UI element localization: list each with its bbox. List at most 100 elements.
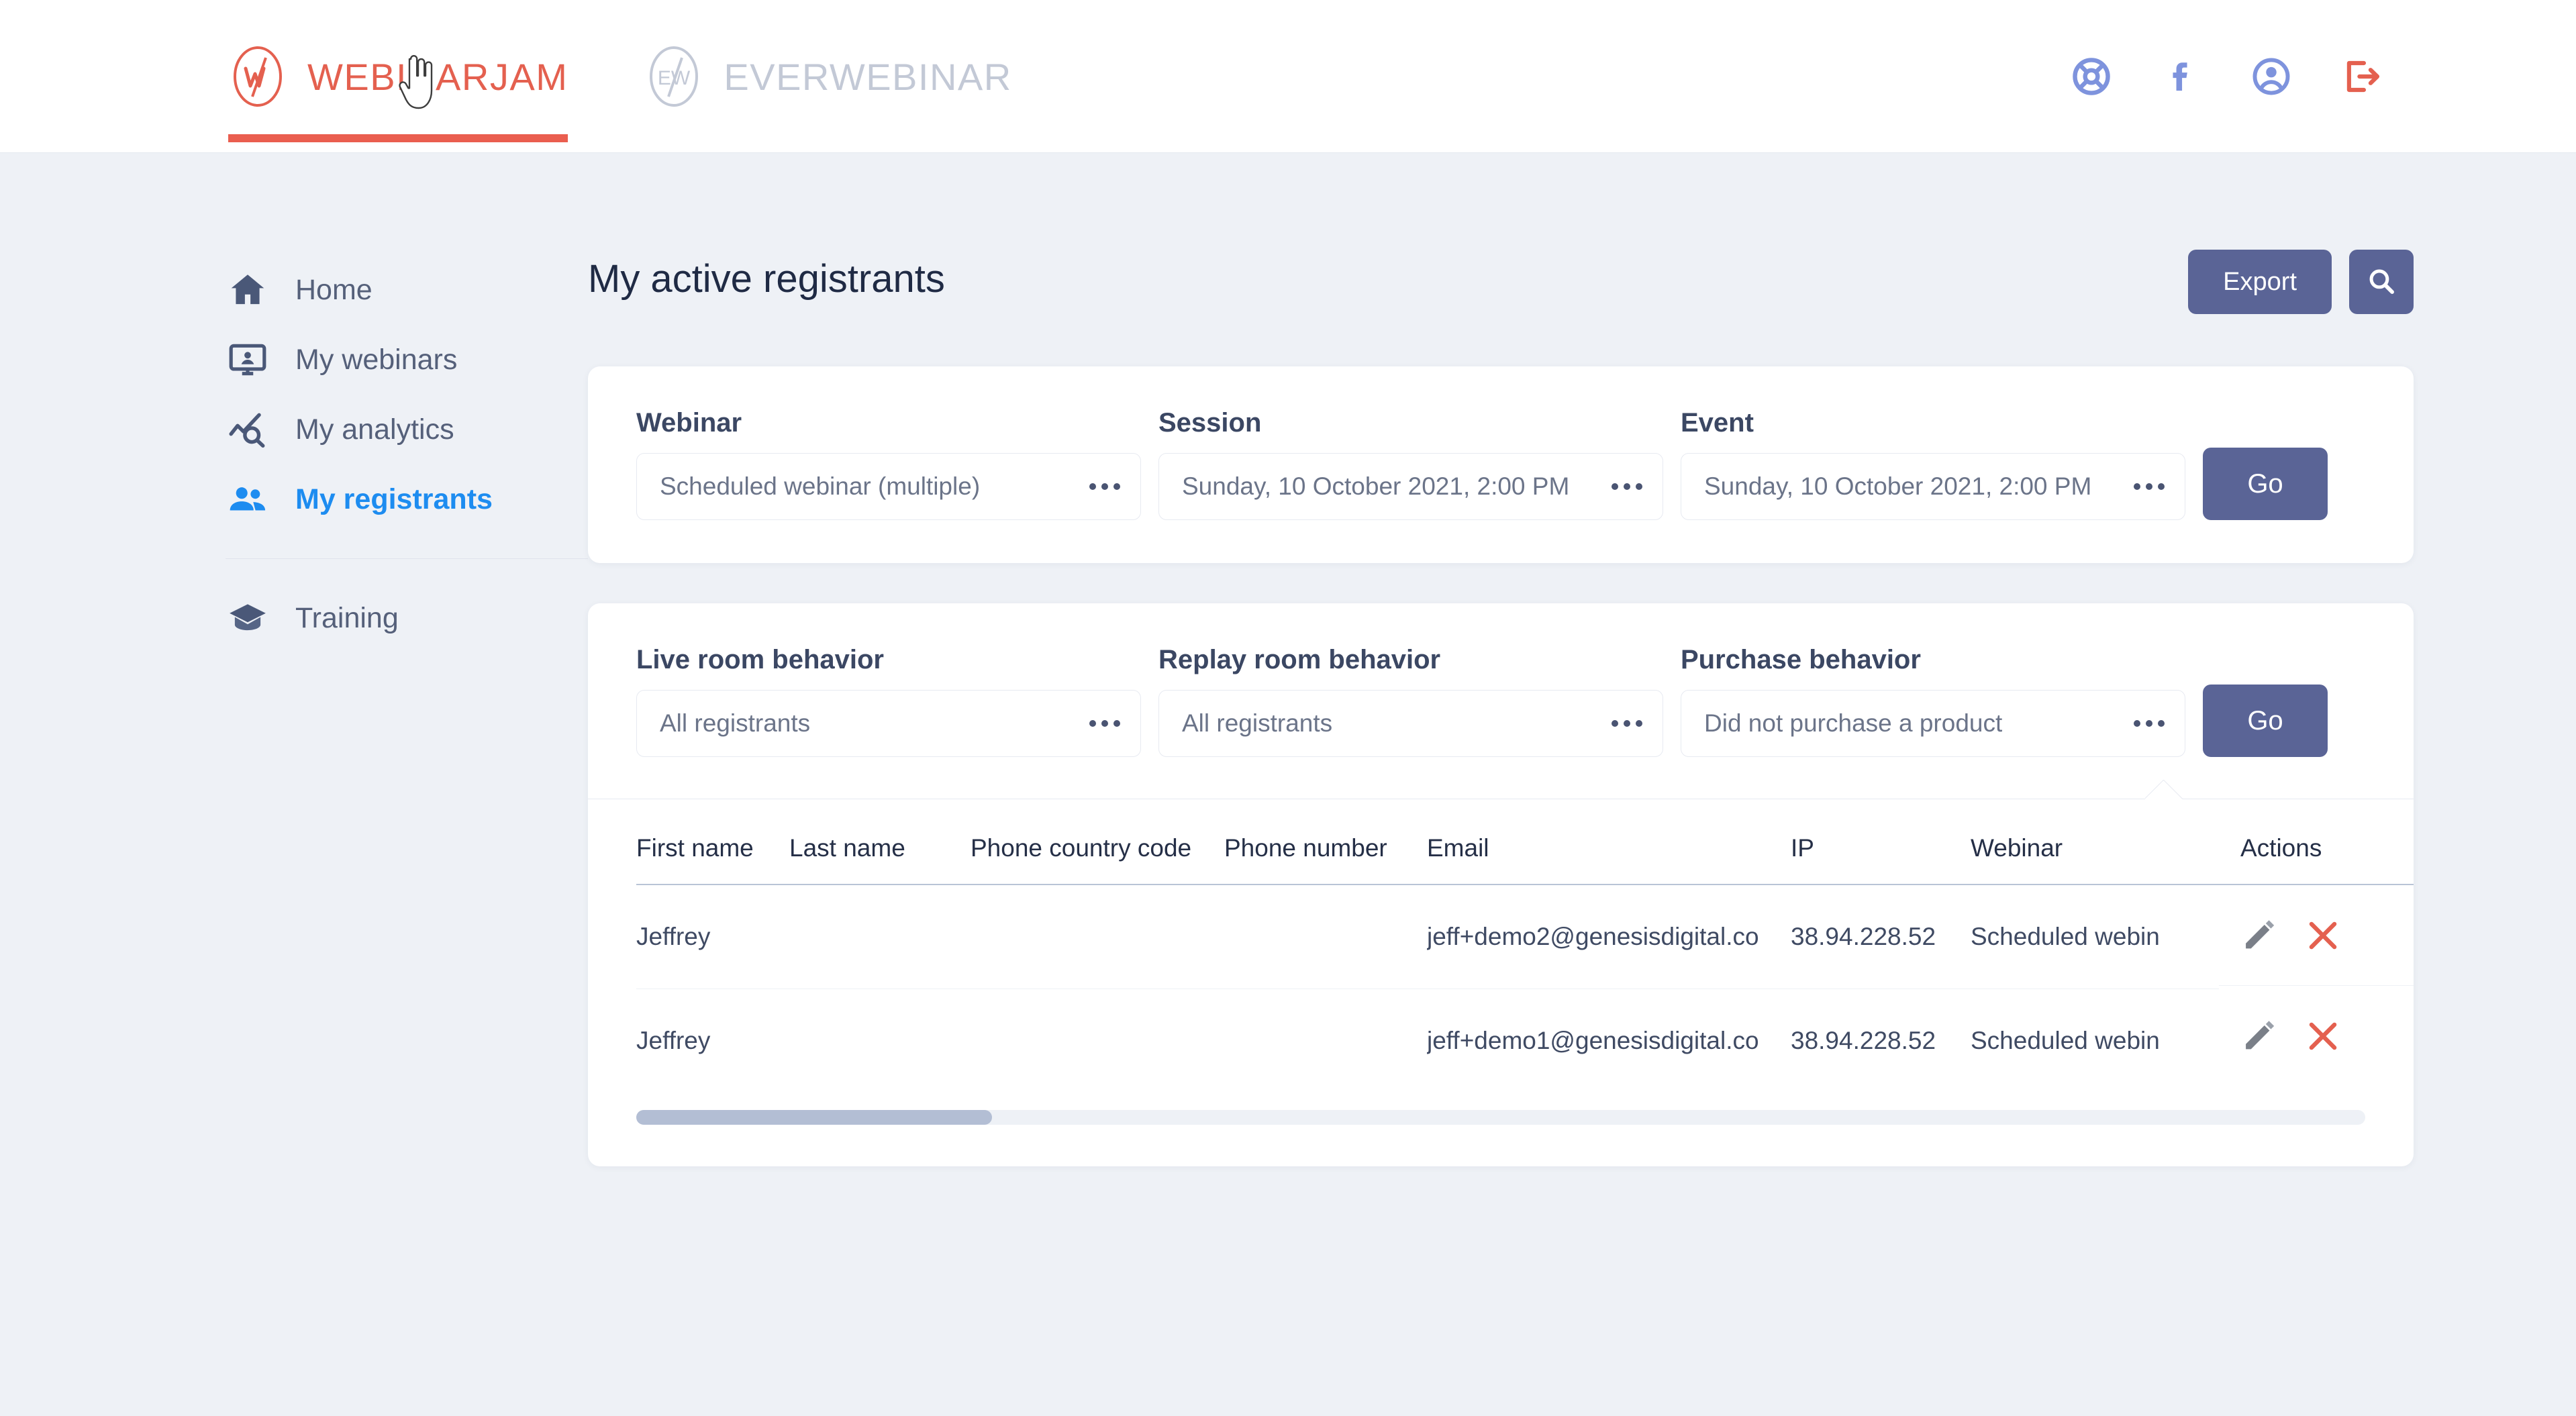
webinar-select-value: Scheduled webinar (multiple) <box>660 472 981 500</box>
row-actions <box>2219 986 2414 1086</box>
ellipsis-icon <box>1612 483 1642 490</box>
sidebar-item-training[interactable]: Training <box>226 583 593 653</box>
table-head: First name Last name Phone country code … <box>636 834 2365 885</box>
session-select-value: Sunday, 10 October 2021, 2:00 PM <box>1182 472 1570 500</box>
top-navigation-bar: WEBINARJAM EW EVERWEBINAR <box>0 0 2576 153</box>
live-room-behavior-label: Live room behavior <box>636 645 884 674</box>
support-lifebuoy-icon[interactable] <box>2070 55 2113 98</box>
event-select[interactable]: Sunday, 10 October 2021, 2:00 PM <box>1681 453 2185 520</box>
search-icon <box>2366 266 2397 299</box>
cell-phone-number <box>1224 884 1427 989</box>
event-filter-group: Event Sunday, 10 October 2021, 2:00 PM <box>1681 408 2185 520</box>
primary-filters-card: Webinar Scheduled webinar (multiple) Ses… <box>588 366 2414 563</box>
tab-webinarjam[interactable]: WEBINARJAM <box>226 0 568 153</box>
column-header-ip[interactable]: IP <box>1791 834 1971 885</box>
column-header-webinar[interactable]: Webinar <box>1971 834 2191 885</box>
cell-phone-number <box>1224 989 1427 1093</box>
table-scrollbar-thumb[interactable] <box>636 1110 992 1125</box>
purchase-behavior-select[interactable]: Did not purchase a product <box>1681 690 2185 757</box>
webinarjam-wordmark: WEBINARJAM <box>307 55 568 98</box>
sidebar-item-label: My registrants <box>295 483 493 515</box>
column-header-phone-number[interactable]: Phone number <box>1224 834 1427 885</box>
sidebar-item-my-registrants[interactable]: My registrants <box>226 464 593 534</box>
sidebar-item-label: Training <box>295 601 399 634</box>
brand-tab-group: WEBINARJAM EW EVERWEBINAR <box>226 0 1012 153</box>
table-row[interactable]: Jeffrey jeff+demo1@genesisdigital.co 38.… <box>636 989 2365 1093</box>
everwebinar-wordmark: EVERWEBINAR <box>724 55 1012 98</box>
tab-everwebinar[interactable]: EW EVERWEBINAR <box>642 0 1011 153</box>
sidebar-item-my-analytics[interactable]: My analytics <box>226 395 593 464</box>
cell-phone-country-code <box>971 884 1224 989</box>
live-room-behavior-value: All registrants <box>660 709 811 737</box>
column-header-email[interactable]: Email <box>1427 834 1791 885</box>
cell-webinar: Scheduled webin <box>1971 1027 2160 1054</box>
edit-pencil-icon[interactable] <box>2240 917 2277 954</box>
behavior-filter-row: Live room behavior All registrants Repla… <box>636 645 2365 757</box>
primary-filter-row: Webinar Scheduled webinar (multiple) Ses… <box>636 408 2365 520</box>
search-button[interactable] <box>2349 250 2414 314</box>
page-header-actions: Export <box>2188 250 2414 314</box>
column-header-first-name[interactable]: First name <box>636 834 789 885</box>
row-actions <box>2219 885 2414 986</box>
table-body: Jeffrey jeff+demo2@genesisdigital.co 38.… <box>636 884 2365 1093</box>
webinarjam-logo-icon <box>226 44 290 109</box>
registrants-card: Live room behavior All registrants Repla… <box>588 603 2414 1166</box>
graduation-cap-icon <box>227 597 268 639</box>
ellipsis-icon <box>1612 720 1642 727</box>
logout-icon[interactable] <box>2340 55 2383 98</box>
table-row[interactable]: Jeffrey jeff+demo2@genesisdigital.co 38.… <box>636 884 2365 989</box>
sidebar-item-label: My analytics <box>295 413 454 446</box>
event-select-value: Sunday, 10 October 2021, 2:00 PM <box>1704 472 2092 500</box>
page-header: My active registrants Export <box>588 250 2414 350</box>
cell-first-name: Jeffrey <box>636 1027 711 1054</box>
cell-last-name <box>789 989 971 1093</box>
live-room-behavior-select[interactable]: All registrants <box>636 690 1141 757</box>
session-filter-label: Session <box>1158 408 1262 438</box>
sidebar-item-my-webinars[interactable]: My webinars <box>226 325 593 395</box>
replay-room-behavior-value: All registrants <box>1182 709 1333 737</box>
column-header-actions: Actions <box>2219 834 2414 885</box>
facebook-icon[interactable] <box>2160 55 2203 98</box>
column-header-phone-country-code[interactable]: Phone country code <box>971 834 1224 885</box>
behavior-filters-section: Live room behavior All registrants Repla… <box>588 603 2414 799</box>
cell-phone-country-code <box>971 989 1224 1093</box>
cell-ip: 38.94.228.52 <box>1791 884 1971 989</box>
ellipsis-icon <box>1089 720 1120 727</box>
edit-pencil-icon[interactable] <box>2240 1018 2277 1054</box>
delete-x-icon[interactable] <box>2305 1018 2341 1054</box>
page-title: My active registrants <box>588 257 945 301</box>
monitor-user-icon <box>227 339 268 381</box>
filter-pointer-notch-icon <box>2145 780 2183 799</box>
replay-room-behavior-select[interactable]: All registrants <box>1158 690 1663 757</box>
analytics-icon <box>227 409 268 450</box>
live-room-behavior-group: Live room behavior All registrants <box>636 645 1141 757</box>
replay-room-behavior-label: Replay room behavior <box>1158 645 1441 674</box>
registrants-table: First name Last name Phone country code … <box>636 834 2365 1093</box>
ellipsis-icon <box>2134 720 2165 727</box>
purchase-behavior-value: Did not purchase a product <box>1704 709 2003 737</box>
everwebinar-logo-icon: EW <box>642 44 706 109</box>
cell-ip: 38.94.228.52 <box>1791 1027 1936 1054</box>
actions-sticky-column: Actions <box>2219 834 2414 1086</box>
webinar-select[interactable]: Scheduled webinar (multiple) <box>636 453 1141 520</box>
export-button[interactable]: Export <box>2188 250 2332 314</box>
table-bottom-padding <box>588 1125 2414 1166</box>
sidebar-item-label: My webinars <box>295 343 458 376</box>
header-icon-group <box>2070 0 2383 153</box>
sidebar-navigation: Home My webinars My analytics My registr… <box>226 255 593 653</box>
home-icon <box>227 269 268 311</box>
cell-email: jeff+demo2@genesisdigital.co <box>1427 884 1791 989</box>
delete-x-icon[interactable] <box>2305 917 2341 954</box>
primary-filters-go-button[interactable]: Go <box>2203 448 2328 520</box>
behavior-filters-go-button[interactable]: Go <box>2203 685 2328 757</box>
session-select[interactable]: Sunday, 10 October 2021, 2:00 PM <box>1158 453 1663 520</box>
purchase-behavior-label: Purchase behavior <box>1681 645 1921 674</box>
sidebar-item-label: Home <box>295 273 373 306</box>
account-icon[interactable] <box>2250 55 2293 98</box>
cell-last-name <box>789 884 971 989</box>
sidebar-item-home[interactable]: Home <box>226 255 593 325</box>
column-header-last-name[interactable]: Last name <box>789 834 971 885</box>
sidebar-divider <box>226 558 588 559</box>
table-horizontal-scrollbar[interactable] <box>636 1110 2365 1125</box>
cell-first-name: Jeffrey <box>636 884 789 989</box>
